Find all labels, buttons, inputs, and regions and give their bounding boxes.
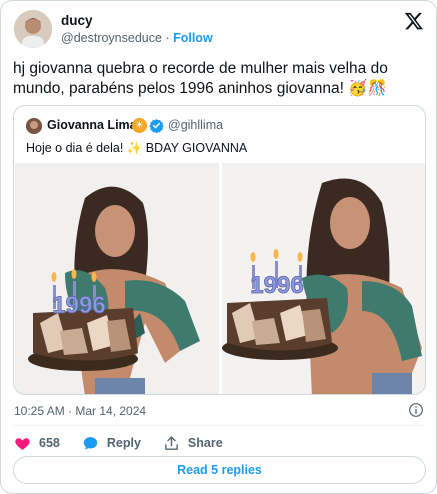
action-bar: 658 Reply Share [14, 434, 245, 452]
verified-badge-icon [149, 118, 164, 133]
info-icon[interactable] [408, 402, 424, 418]
cake-number-candles: 1996 [52, 292, 105, 319]
separator-dot: · [165, 31, 170, 45]
author-handle-row: @destroynseduce · Follow [61, 31, 213, 45]
share-button[interactable]: Share [163, 435, 223, 452]
share-icon [165, 435, 178, 450]
quoted-author-name[interactable]: Giovanna Lima [47, 118, 137, 132]
share-label: Share [187, 436, 223, 450]
quoted-tweet-text: Hoje o dia é dela! ✨ BDAY GIOVANNA [26, 141, 248, 155]
cake-number-candles: 1996 [250, 272, 303, 299]
quoted-photo-2[interactable]: 1996 [222, 163, 425, 394]
divider [13, 425, 424, 426]
reply-button[interactable]: Reply [82, 435, 141, 452]
quoted-photo-1[interactable]: 1996 [15, 163, 219, 394]
tweet-timestamp[interactable]: 10:25 AM · Mar 14, 2024 [14, 404, 146, 418]
tweet-embed-card: ducy @destroynseduce · Follow hj giovann… [0, 0, 437, 494]
read-replies-button[interactable]: Read 5 replies [13, 456, 426, 484]
follow-button[interactable]: Follow [173, 31, 213, 45]
x-logo-icon[interactable] [404, 11, 424, 31]
heart-icon [15, 437, 30, 450]
reply-label: Reply [106, 436, 141, 450]
reply-bubble-icon [83, 436, 98, 450]
author-avatar[interactable] [14, 10, 52, 48]
author-name[interactable]: ducy [61, 13, 93, 28]
sun-emoji-icon: ☀ [132, 118, 147, 133]
author-handle[interactable]: @destroynseduce [61, 31, 162, 45]
quoted-author-avatar[interactable] [26, 118, 42, 134]
tweet-text: hj giovanna quebra o recorde de mulher m… [13, 60, 388, 97]
quoted-author-handle[interactable]: @gihllima [168, 118, 223, 132]
like-count: 658 [39, 436, 60, 450]
quoted-tweet[interactable]: Giovanna Lima ☀ @gihllima Hoje o dia é d… [13, 105, 426, 395]
like-button[interactable]: 658 [14, 435, 60, 452]
